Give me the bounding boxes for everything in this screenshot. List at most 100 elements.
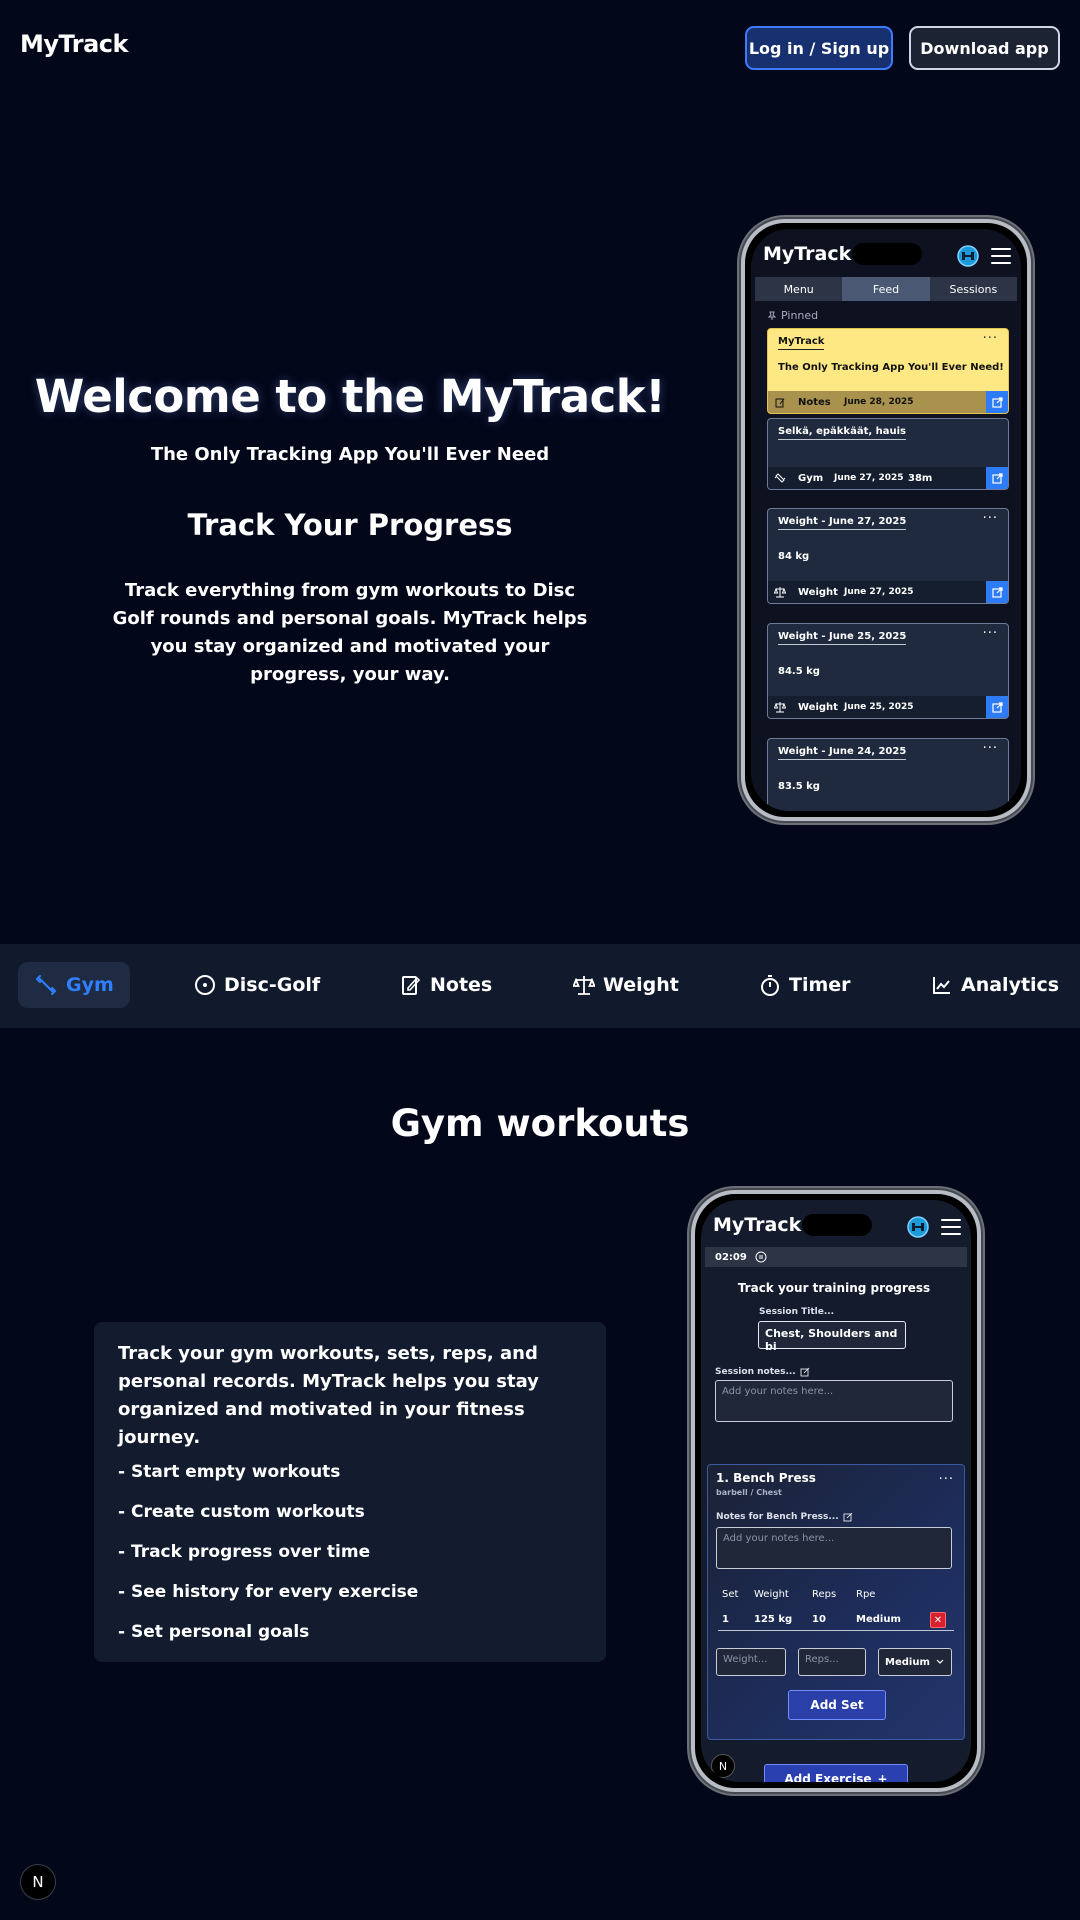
set-weight: 125 kg [754,1614,793,1625]
card-value: 84.5 kg [778,666,820,677]
tab-sessions[interactable]: Sessions [930,277,1017,301]
gym-info-card: Track your gym workouts, sets, reps, and… [94,1322,606,1662]
card-title: Selkä, epäkkäät, hauis [778,426,907,440]
category-notes[interactable]: Notes [400,962,492,1008]
gym-section-title: Gym workouts [390,1102,690,1145]
card-content: The Only Tracking App You'll Ever Need! [778,362,1004,373]
stopwatch-icon [761,975,779,996]
nextjs-badge[interactable]: N [711,1754,735,1778]
category-nav: Gym Disc-Golf Notes Weight Timer Analyti… [0,944,1080,1028]
hamburger-menu-icon[interactable] [991,248,1011,264]
category-disc-golf[interactable]: Disc-Golf [194,962,320,1008]
column-header: Reps [812,1589,837,1600]
download-app-button[interactable]: Download app [909,26,1060,70]
card-type: Gym [798,472,824,484]
card-type: Weight [798,701,838,713]
hero-description: Track everything from gym workouts to Di… [112,580,588,685]
exercise-notes-label: Notes for Bench Press... [716,1512,853,1522]
more-options-icon[interactable]: ··· [983,626,998,641]
feed-tabs: Menu Feed Sessions [755,277,1017,301]
open-external-icon[interactable] [986,467,1008,489]
scale-icon [573,976,595,995]
tab-feed[interactable]: Feed [842,277,930,301]
session-notes-input[interactable]: Add your notes here... [715,1380,953,1422]
workout-timer-bar: 02:09 [705,1247,967,1267]
more-options-icon[interactable]: ··· [939,1472,954,1487]
card-footer: Weight June 25, 2025 [768,696,1008,718]
feed-card-pinned[interactable]: MyTrack ··· The Only Tracking App You'll… [767,328,1009,414]
edit-icon[interactable] [843,1512,853,1522]
card-date: June 27, 2025 [844,587,914,597]
pause-icon[interactable] [755,1251,767,1263]
open-external-icon[interactable] [986,391,1008,413]
category-gym[interactable]: Gym [18,962,130,1008]
exercise-notes-input[interactable]: Add your notes here... [716,1527,952,1569]
card-date: June 25, 2025 [844,702,914,712]
open-external-icon[interactable] [986,696,1008,718]
note-icon [775,398,784,407]
gym-feature-item: - Track progress over time [118,1542,371,1562]
column-header: Set [722,1589,739,1600]
exercise-card: 1. Bench Press ··· barbell / Chest Notes… [707,1464,965,1740]
feed-card-weight[interactable]: Weight - June 25, 2025 ··· 84.5 kg Weigh… [767,623,1009,719]
category-timer[interactable]: Timer [759,962,851,1008]
weight-input[interactable]: Weight... [716,1648,786,1676]
category-analytics[interactable]: Analytics [931,962,1059,1008]
edit-icon[interactable] [800,1367,810,1377]
rpe-select[interactable]: Medium [878,1648,952,1676]
nextjs-dev-badge[interactable]: N [20,1864,56,1900]
gym-feature-item: - Create custom workouts [118,1502,365,1522]
open-external-icon[interactable] [986,581,1008,603]
dumbbell-icon [774,473,786,483]
card-title: Weight - June 27, 2025 [778,516,907,530]
hero-title: Welcome to the MyTrack! [34,370,666,423]
more-options-icon[interactable]: ··· [983,511,998,526]
column-header: Rpe [856,1589,876,1600]
category-weight[interactable]: Weight [573,962,679,1008]
chart-icon [933,977,950,994]
app-title: MyTrack [763,243,852,265]
hero-heading: Track Your Progress [187,508,513,542]
session-notes-label: Session notes... [715,1367,810,1377]
pin-icon [767,311,777,320]
tab-menu[interactable]: Menu [755,277,842,301]
more-options-icon[interactable]: ··· [983,331,998,346]
disc-icon [195,975,215,995]
hamburger-menu-icon[interactable] [941,1219,961,1235]
gym-feature-item: - Start empty workouts [118,1462,341,1482]
card-value: 84 kg [778,551,810,562]
add-set-button[interactable]: Add Set [788,1690,886,1720]
add-exercise-button[interactable]: Add Exercise + [764,1764,908,1782]
reps-input[interactable]: Reps... [798,1648,866,1676]
gym-description: Track your gym workouts, sets, reps, and… [118,1343,539,1448]
feed-card-weight[interactable]: Weight - June 27, 2025 ··· 84 kg Weight … [767,508,1009,604]
card-type: Weight [798,586,838,598]
plus-icon: + [877,1772,888,1782]
feed-card-weight[interactable]: Weight - June 24, 2025 ··· 83.5 kg [767,738,1009,811]
set-rpe: Medium [856,1614,901,1625]
feed-card-gym[interactable]: Selkä, epäkkäät, hauis Gym June 27, 2025… [767,418,1009,490]
dynamic-island [852,243,922,265]
notebook-icon [402,976,421,995]
column-header: Weight [754,1589,789,1600]
delete-set-icon[interactable]: ✕ [930,1612,946,1628]
app-title: MyTrack [713,1214,802,1236]
gym-feature-item: - See history for every exercise [118,1582,419,1602]
more-options-icon[interactable]: ··· [983,741,998,756]
session-title-input[interactable]: Chest, Shoulders and bi [758,1321,906,1353]
exercise-name: 1. Bench Press [716,1471,816,1485]
dynamic-island [802,1214,872,1236]
card-duration: 38m [908,472,933,484]
card-footer: Notes June 28, 2025 [768,391,1008,413]
sets-table-header: Set Weight Reps Rpe [718,1589,954,1600]
login-signup-button[interactable]: Log in / Sign up [745,26,893,70]
exercise-meta: barbell / Chest [716,1488,782,1497]
site-logo[interactable]: MyTrack [20,30,128,58]
session-title-label: Session Title... [759,1307,835,1317]
phone-mockup-feed: MyTrack Menu Feed Sessions Pinned MyTrac… [741,219,1031,821]
set-reps: 10 [812,1614,826,1625]
chevron-down-icon [936,1659,944,1664]
dumbbell-avatar-icon[interactable] [957,245,979,267]
dumbbell-avatar-icon[interactable] [907,1216,929,1238]
card-value: 83.5 kg [778,781,820,792]
